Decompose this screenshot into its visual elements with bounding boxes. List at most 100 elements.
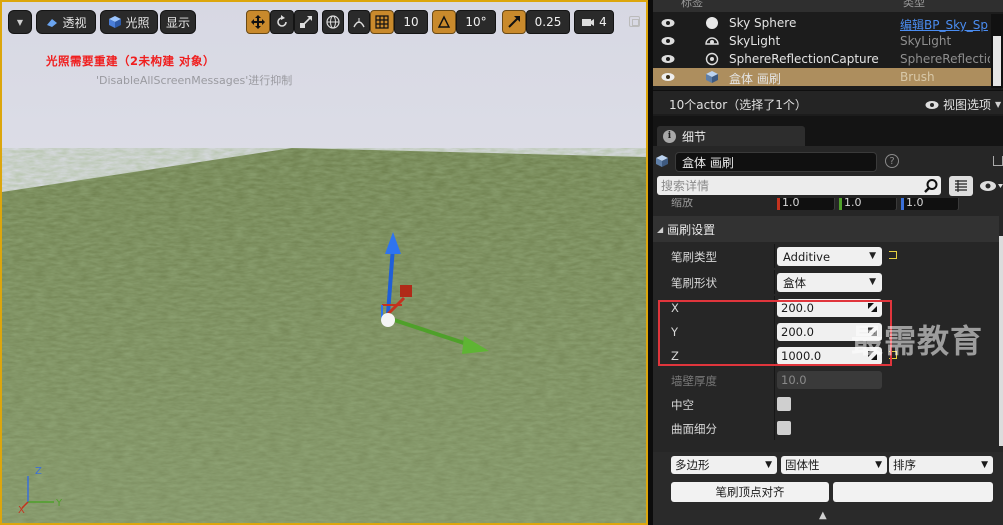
secondary-brush-button[interactable] bbox=[833, 482, 993, 502]
brush-type-dropdown[interactable]: Additive ▼ bbox=[777, 247, 882, 266]
visibility-eye-icon[interactable] bbox=[661, 54, 675, 64]
brush-settings-section-header[interactable]: ◢ 画刷设置 bbox=[653, 216, 999, 242]
order-dropdown[interactable]: 排序 ▼ bbox=[889, 456, 993, 474]
collapse-up-icon[interactable]: ▲ bbox=[819, 510, 827, 521]
solidity-value: 固体性 bbox=[785, 458, 820, 472]
rotate-mode-button[interactable] bbox=[270, 10, 294, 34]
editor-side-panel: 标签 类型 Sky Sphere 编辑BP_Sky_Sp SkyLight Sk… bbox=[653, 0, 1003, 525]
brush-shape-row: 笔刷形状 盒体 ▼ bbox=[653, 270, 999, 294]
level-viewport[interactable]: ▼ 透视 光照 显示 10 10° 0.25 4 光照需要重建（2未构建 对象）… bbox=[0, 0, 648, 525]
solidity-dropdown[interactable]: 固体性 ▼ bbox=[781, 456, 887, 474]
outliner-row-reflection-capture[interactable]: SphereReflectionCapture SphereReflection bbox=[653, 50, 991, 68]
reset-to-default-icon[interactable] bbox=[889, 251, 897, 259]
outliner-footer: 10个actor（选择了1个） 视图选项 ▼ bbox=[653, 90, 1003, 114]
hollow-label: 中空 bbox=[671, 398, 694, 412]
outliner-row-skylight[interactable]: SkyLight SkyLight bbox=[653, 32, 991, 50]
hollow-checkbox[interactable] bbox=[777, 397, 791, 411]
brush-shape-dropdown[interactable]: 盒体 ▼ bbox=[777, 273, 882, 292]
world-local-toggle[interactable] bbox=[322, 10, 344, 34]
maximize-viewport-icon[interactable] bbox=[629, 16, 640, 27]
scale-icon bbox=[300, 16, 312, 28]
sphere-icon bbox=[706, 17, 718, 29]
rotate-icon bbox=[277, 15, 287, 27]
polygons-dropdown[interactable]: 多边形 ▼ bbox=[671, 456, 777, 474]
camera-speed-text: 4 bbox=[599, 15, 607, 29]
collapse-triangle-icon: ◢ bbox=[657, 224, 664, 234]
align-brush-vertices-button[interactable]: 笔刷顶点对齐 bbox=[671, 482, 829, 502]
outliner-row-type: SkyLight bbox=[900, 34, 952, 48]
wall-thickness-row: 墙壁厚度 10.0 bbox=[653, 368, 999, 392]
grid-snap-toggle[interactable] bbox=[370, 10, 394, 34]
z-axis-bar bbox=[901, 198, 904, 210]
brush-type-row: 笔刷类型 Additive ▼ bbox=[653, 244, 999, 268]
chevron-down-icon: ▼ bbox=[765, 460, 772, 470]
grid-snap-value-text: 10 bbox=[403, 15, 419, 29]
column-divider bbox=[774, 368, 775, 392]
details-scrollbar[interactable] bbox=[999, 236, 1003, 446]
label-column-header[interactable]: 标签 bbox=[681, 0, 703, 10]
view-options-button[interactable]: 视图选项 ▼ bbox=[925, 96, 1001, 113]
grid-icon bbox=[375, 15, 389, 29]
scale-snap-value[interactable]: 0.25 bbox=[526, 10, 570, 34]
surface-snap-icon bbox=[353, 18, 365, 28]
lighting-label: 光照 bbox=[125, 15, 150, 30]
y-axis-bar bbox=[839, 198, 842, 210]
viewport-options-button[interactable]: ▼ bbox=[8, 10, 32, 34]
order-value: 排序 bbox=[893, 458, 916, 472]
property-matrix-button[interactable] bbox=[949, 176, 973, 196]
camera-speed-button[interactable]: 4 bbox=[574, 10, 614, 34]
wall-thickness-value: 10.0 bbox=[781, 373, 807, 387]
show-label: 显示 bbox=[165, 15, 190, 30]
tessellated-checkbox[interactable] bbox=[777, 421, 791, 435]
rotation-snap-value[interactable]: 10° bbox=[456, 10, 496, 34]
translate-mode-button[interactable] bbox=[246, 10, 270, 34]
visibility-filter-icon[interactable] bbox=[979, 180, 1003, 192]
surface-snap-button[interactable] bbox=[348, 10, 370, 34]
brush-type-label: 笔刷类型 bbox=[671, 250, 717, 264]
brush-type-value: Additive bbox=[783, 249, 831, 264]
scale-y-field[interactable]: 1.0 bbox=[839, 198, 897, 210]
scale-snap-toggle[interactable] bbox=[502, 10, 526, 34]
help-icon[interactable]: ? bbox=[885, 154, 899, 168]
details-search-input[interactable]: 搜索详情 bbox=[657, 176, 941, 195]
grid-snap-value[interactable]: 10 bbox=[394, 10, 428, 34]
visibility-eye-icon[interactable] bbox=[661, 18, 675, 28]
tab-details[interactable]: i 细节 bbox=[657, 126, 805, 146]
viewport-toolbar: ▼ 透视 光照 显示 10 10° 0.25 4 bbox=[8, 10, 640, 34]
move-arrows-icon bbox=[251, 15, 265, 29]
outliner-row-name: 盒体 画刷 bbox=[729, 72, 781, 86]
rotation-snap-toggle[interactable] bbox=[432, 10, 456, 34]
wall-thickness-label: 墙壁厚度 bbox=[671, 374, 717, 388]
column-divider bbox=[774, 270, 775, 294]
eye-icon bbox=[925, 100, 939, 109]
actor-name-row: 盒体 画刷 ? bbox=[653, 150, 1003, 172]
globe-icon bbox=[326, 15, 340, 29]
perspective-icon bbox=[47, 19, 58, 27]
lighting-button[interactable]: 光照 bbox=[100, 10, 158, 34]
type-column-header[interactable]: 类型 bbox=[903, 0, 925, 10]
lock-icon[interactable] bbox=[993, 156, 1003, 166]
show-button[interactable]: 显示 bbox=[160, 10, 196, 34]
view-options-label: 视图选项 bbox=[943, 98, 992, 112]
chevron-down-icon: ▼ bbox=[869, 277, 876, 287]
perspective-button[interactable]: 透视 bbox=[36, 10, 96, 34]
wall-thickness-input: 10.0 bbox=[777, 371, 882, 389]
scrollbar-thumb[interactable] bbox=[993, 36, 1001, 86]
visibility-eye-icon[interactable] bbox=[661, 72, 675, 82]
tessellated-row: 曲面细分 bbox=[653, 416, 999, 440]
column-divider bbox=[774, 416, 775, 440]
scale-mode-button[interactable] bbox=[294, 10, 318, 34]
scale-y-value: 1.0 bbox=[844, 198, 862, 209]
axis-z-label: Z bbox=[35, 466, 42, 477]
scale-x-field[interactable]: 1.0 bbox=[777, 198, 835, 210]
outliner-row-box-brush[interactable]: 盒体 画刷 Brush bbox=[653, 68, 991, 86]
outliner-scrollbar[interactable] bbox=[991, 14, 1003, 88]
outliner-row-type-link[interactable]: 编辑BP_Sky_Sp bbox=[900, 16, 990, 33]
perspective-label: 透视 bbox=[62, 15, 87, 30]
visibility-eye-icon[interactable] bbox=[661, 36, 675, 46]
scale-z-field[interactable]: 1.0 bbox=[901, 198, 959, 210]
outliner-row-sky-sphere[interactable]: Sky Sphere 编辑BP_Sky_Sp bbox=[653, 14, 991, 32]
search-icon bbox=[924, 179, 938, 193]
column-divider bbox=[774, 392, 775, 416]
actor-name-field[interactable]: 盒体 画刷 bbox=[675, 152, 877, 172]
